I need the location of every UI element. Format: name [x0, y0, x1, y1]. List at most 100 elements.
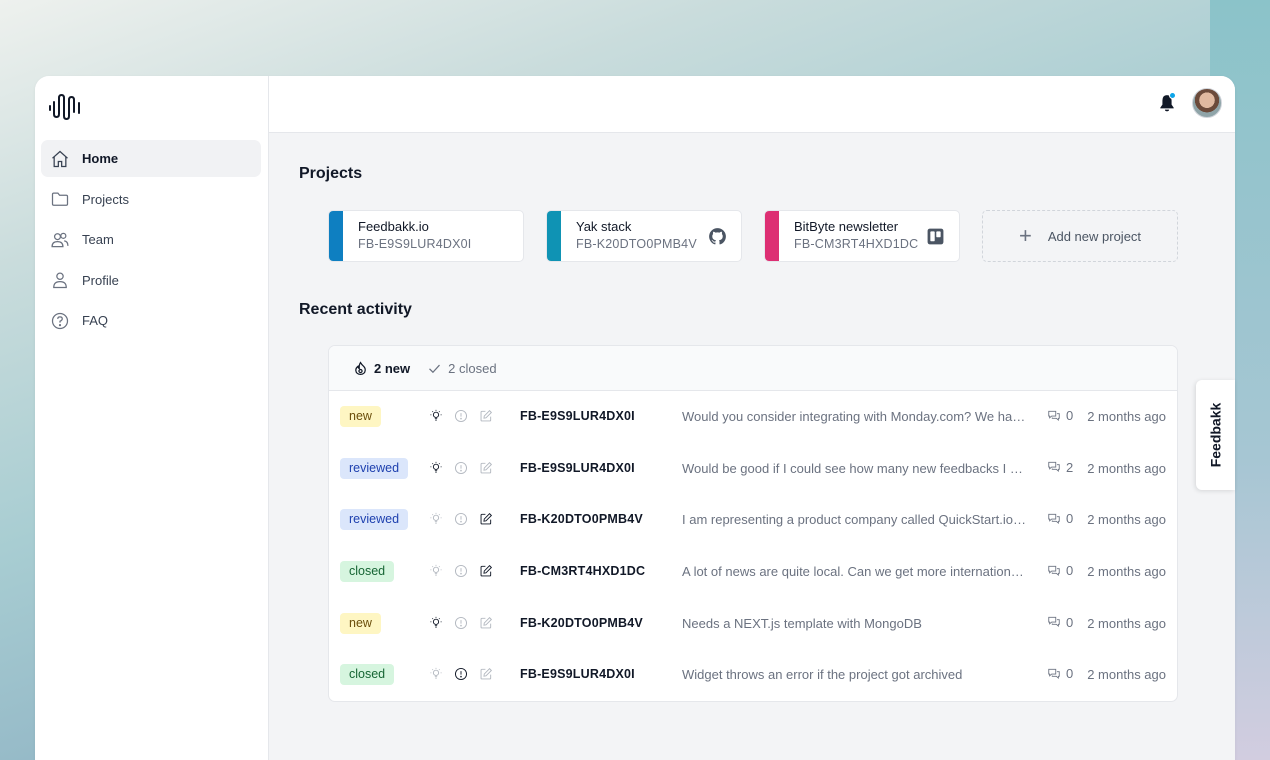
feedback-text[interactable]: Widget throws an error if the project go… [682, 667, 1029, 682]
project-id: FB-CM3RT4HXD1DC [794, 237, 919, 251]
timestamp: 2 months ago [1087, 512, 1166, 528]
comment-count: 2 [1047, 460, 1073, 475]
info-icon [454, 565, 468, 578]
feedback-text[interactable]: Would you consider integrating with Mond… [682, 409, 1029, 424]
table-row[interactable]: new FB-K20DTO0PMB4V Needs a NEXT.js temp… [329, 598, 1177, 650]
comment-icon [1048, 565, 1060, 576]
filter-closed[interactable]: 2 closed [427, 360, 497, 376]
comment-count-value: 0 [1066, 408, 1074, 423]
table-row[interactable]: reviewed FB-K20DTO0PMB4V I am representi… [329, 494, 1177, 546]
feedback-type-icons [429, 409, 493, 423]
user-icon [50, 270, 70, 290]
sidebar-item-profile[interactable]: Profile [41, 262, 261, 299]
status-badge: reviewed [340, 509, 409, 531]
status-badge: reviewed [340, 457, 409, 479]
sidebar-item-label: FAQ [82, 313, 109, 328]
info-icon [454, 461, 468, 474]
project-name: BitByte newsletter [794, 219, 899, 234]
info-icon [454, 668, 468, 681]
comment-count-value: 0 [1066, 511, 1074, 527]
timestamp: 2 months ago [1087, 564, 1166, 580]
home-icon [50, 149, 70, 169]
sidebar-item-faq[interactable]: FAQ [41, 302, 261, 339]
info-icon [454, 513, 468, 526]
filter-label: 2 closed [448, 360, 497, 376]
project-card[interactable]: Yak stack FB-K20DTO0PMB4V [546, 210, 742, 262]
feedback-id[interactable]: FB-E9S9LUR4DX0I [520, 461, 635, 475]
sidebar-nav: Home Projects Team Profile FAQ [41, 140, 261, 343]
app-window: Home Projects Team Profile FAQ Projects … [35, 76, 1235, 760]
flame-icon [355, 360, 366, 375]
timestamp: 2 months ago [1087, 460, 1166, 476]
edit-icon [480, 668, 493, 680]
folder-icon [50, 189, 70, 209]
lightbulb-icon [430, 668, 442, 679]
feedback-id[interactable]: FB-E9S9LUR4DX0I [520, 409, 635, 423]
feedback-text[interactable]: I am representing a product company call… [682, 512, 1029, 527]
project-name: Yak stack [576, 219, 632, 234]
feedback-type-icons [429, 564, 493, 578]
comment-icon [1048, 513, 1060, 524]
feedback-type-icons [429, 512, 493, 526]
lightbulb-icon [430, 564, 442, 576]
project-card[interactable]: BitByte newsletter FB-CM3RT4HXD1DC [764, 210, 960, 262]
table-row[interactable]: new FB-E9S9LUR4DX0I Would you consider i… [329, 391, 1177, 443]
sidebar: Home Projects Team Profile FAQ [35, 76, 269, 760]
lightbulb-icon [430, 513, 442, 524]
add-project-button[interactable]: + Add new project [982, 210, 1178, 262]
comment-count: 0 [1047, 563, 1073, 578]
comment-icon [1048, 668, 1060, 679]
sidebar-item-label: Profile [82, 272, 119, 288]
comment-icon [1048, 410, 1060, 421]
table-row[interactable]: closed FB-E9S9LUR4DX0I Widget throws an … [329, 649, 1177, 701]
status-badge: closed [340, 561, 395, 583]
activity-filters: 2 new 2 closed [329, 346, 1177, 391]
sidebar-item-home[interactable]: Home [41, 140, 261, 177]
trello-icon [927, 228, 944, 245]
activity-rows: new FB-E9S9LUR4DX0I Would you consider i… [329, 391, 1177, 701]
sidebar-item-label: Projects [82, 191, 129, 207]
sidebar-item-label: Home [82, 151, 119, 166]
feedback-text[interactable]: A lot of news are quite local. Can we ge… [682, 564, 1029, 579]
feedback-id[interactable]: FB-K20DTO0PMB4V [520, 616, 643, 630]
project-id: FB-E9S9LUR4DX0I [358, 237, 472, 251]
feedback-tab-label: Feedbakk [1207, 402, 1224, 468]
check-icon [429, 364, 441, 373]
team-icon [50, 230, 70, 250]
comment-count: 0 [1047, 511, 1073, 526]
table-row[interactable]: reviewed FB-E9S9LUR4DX0I Would be good i… [329, 443, 1177, 495]
project-card[interactable]: Feedbakk.io FB-E9S9LUR4DX0I [328, 210, 524, 262]
edit-icon [480, 513, 493, 525]
timestamp: 2 months ago [1087, 409, 1166, 424]
project-list: Feedbakk.io FB-E9S9LUR4DX0I Yak stack FB… [328, 210, 1178, 262]
avatar[interactable] [1192, 88, 1222, 118]
feedback-type-icons [429, 461, 493, 475]
status-badge: closed [340, 664, 395, 686]
edit-icon [480, 616, 493, 629]
add-project-label: Add new project [1047, 228, 1142, 244]
feedback-text[interactable]: Needs a NEXT.js template with MongoDB [682, 616, 1029, 631]
info-icon [454, 616, 468, 629]
edit-icon [480, 565, 493, 577]
activity-table: 2 new 2 closed new FB-E9S9LUR4DX0I Would… [328, 345, 1178, 702]
table-row[interactable]: closed FB-CM3RT4HXD1DC A lot of news are… [329, 546, 1177, 598]
project-color-bar [765, 211, 779, 261]
question-icon [50, 311, 70, 331]
feedback-type-icons [429, 616, 493, 630]
status-badge: new [340, 612, 381, 634]
main-content: Projects Feedbakk.io FB-E9S9LUR4DX0I Yak… [269, 133, 1235, 760]
edit-icon [480, 461, 493, 474]
comment-count: 0 [1047, 615, 1073, 630]
feedback-id[interactable]: FB-K20DTO0PMB4V [520, 512, 643, 526]
comment-icon [1048, 617, 1060, 628]
lightbulb-icon [430, 461, 442, 473]
feedback-tab[interactable]: Feedbakk [1196, 380, 1235, 490]
notification-dot [1169, 92, 1176, 99]
sidebar-item-team[interactable]: Team [41, 221, 261, 258]
sidebar-item-projects[interactable]: Projects [41, 181, 261, 218]
feedback-id[interactable]: FB-CM3RT4HXD1DC [520, 564, 645, 578]
feedback-text[interactable]: Would be good if I could see how many ne… [682, 461, 1029, 476]
feedback-id[interactable]: FB-E9S9LUR4DX0I [520, 667, 635, 681]
comment-icon [1048, 462, 1060, 473]
filter-new[interactable]: 2 new [353, 361, 410, 376]
